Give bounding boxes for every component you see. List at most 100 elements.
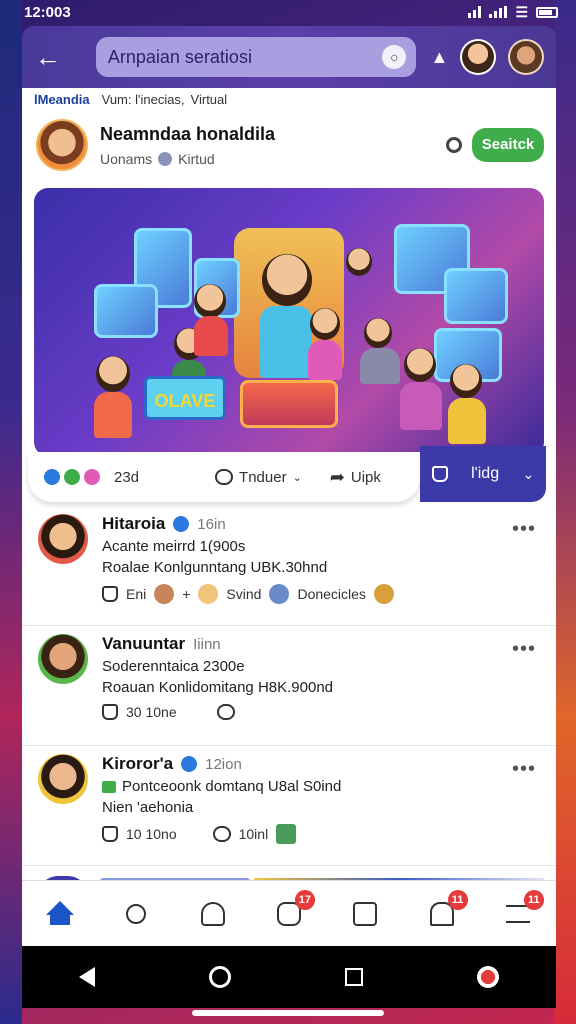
post-subtitle: Uonams Kirtud <box>100 151 446 167</box>
background-left-edge <box>0 0 22 1024</box>
hero-kid-body <box>260 306 312 378</box>
nav-back-icon[interactable] <box>79 967 95 987</box>
notification-badge: 17 <box>294 889 315 910</box>
comment-action-label[interactable]: Donecicles <box>297 586 365 602</box>
search-clear-icon[interactable]: ○ <box>382 45 407 69</box>
status-bar: 12:003 ☰ <box>0 0 576 24</box>
more-options-icon[interactable]: ••• <box>512 638 536 661</box>
comment-action-label[interactable]: 10 10no <box>126 826 177 842</box>
more-options-icon[interactable]: ••• <box>512 758 536 781</box>
notification-badge: 11 <box>447 889 468 910</box>
thumbs-up-icon[interactable] <box>102 704 118 720</box>
tab-profile[interactable] <box>197 898 229 930</box>
search-input[interactable]: Arnpaian seratiosi ○ <box>95 37 417 77</box>
tab-home[interactable] <box>44 898 76 930</box>
reaction-love-icon <box>62 467 82 487</box>
upload-icon[interactable]: ▲ <box>428 47 450 68</box>
settings-icon[interactable] <box>446 137 462 153</box>
chevron-down-icon: ⌄ <box>292 471 302 484</box>
comment-time: 12ion <box>205 755 242 773</box>
thumbs-up-icon <box>431 466 448 482</box>
comment-avatar[interactable] <box>38 634 88 684</box>
crumb-item[interactable]: Virtual <box>191 92 228 107</box>
thumbs-up-icon[interactable] <box>102 826 118 842</box>
comment-avatar[interactable] <box>38 514 88 564</box>
comment-author[interactable]: Hitaroia <box>102 514 165 534</box>
tab-games[interactable] <box>349 898 381 930</box>
comment-action[interactable]: Tnduer ⌄ <box>215 469 302 486</box>
nav-recents-icon[interactable] <box>345 968 363 986</box>
comment-text: Roalae Konlgunntang UBK.30hnd <box>102 559 328 576</box>
comment-body: Kiroror'a 12ion Pontceoonk domtanq U8al … <box>102 754 544 865</box>
follow-button[interactable]: Seaitck <box>472 128 544 162</box>
comment-author[interactable]: Vanuuntar <box>102 634 185 654</box>
comment-action-label[interactable]: Svind <box>226 586 261 602</box>
green-tag-icon <box>102 780 116 793</box>
tab-camera[interactable]: 17 <box>273 889 315 930</box>
hero-kid <box>262 254 312 306</box>
share-arrow-icon: ➦ <box>329 466 345 487</box>
hero-console <box>240 380 338 428</box>
comment-action-label[interactable]: Eni <box>126 586 146 602</box>
verified-icon <box>181 756 198 772</box>
comment-actions: 30 10ne <box>102 704 544 720</box>
sticker-icon <box>276 824 297 844</box>
crumb-item[interactable]: Vum: l'inecias, <box>102 92 185 107</box>
reaction-bar: 23d Tnduer ⌄ ➦ Uipk l'idg ⌄ <box>22 446 556 506</box>
tab-notifications[interactable]: 11 <box>426 889 468 930</box>
post-hero-image[interactable]: OLAVE <box>34 188 544 456</box>
tab-search[interactable] <box>120 898 152 930</box>
comment-actions: Eni + Svind Donecicles <box>102 584 544 604</box>
system-nav-bar <box>22 946 556 1008</box>
home-indicator[interactable] <box>192 1010 384 1016</box>
comment-item: Kiroror'a 12ion Pontceoonk domtanq U8al … <box>22 746 556 866</box>
hero-screen <box>444 268 508 324</box>
chevron-down-icon[interactable]: ⌄ <box>523 466 535 483</box>
reply-icon[interactable] <box>212 826 231 842</box>
comment-name-row: Vanuuntar Iiinn <box>102 634 544 654</box>
signal-icon <box>468 6 482 18</box>
profile-avatar[interactable] <box>508 39 544 75</box>
status-time: 12:003 <box>24 3 71 21</box>
comment-avatar[interactable] <box>38 754 88 804</box>
like-action[interactable]: l'idg ⌄ <box>420 446 546 502</box>
comment-icon <box>215 469 234 485</box>
thumbs-up-icon[interactable] <box>102 586 118 602</box>
comment-action-label: Tnduer <box>239 468 287 486</box>
post-author-name[interactable]: Neamndaa honaldila <box>100 124 446 145</box>
hero-kid <box>404 348 436 382</box>
hero-kid-body <box>360 348 400 384</box>
globe-icon <box>158 151 173 166</box>
reply-icon[interactable] <box>216 704 235 720</box>
nav-assistant-icon[interactable] <box>477 966 499 988</box>
cell-icon <box>489 6 508 18</box>
comment-text: Soderenntaica 2300e <box>102 658 245 675</box>
back-arrow-icon[interactable]: ← <box>34 43 62 71</box>
more-options-icon[interactable]: ••• <box>512 518 536 541</box>
post-sub-label: Kirtud <box>178 150 215 167</box>
reaction-face-icon <box>154 584 175 604</box>
search-text: Arnpaian seratiosi <box>107 46 252 67</box>
tab-menu[interactable]: 11 <box>502 889 544 930</box>
comment-item: Vanuuntar Iiinn Soderenntaica 2300e Roau… <box>22 626 556 746</box>
hero-screen <box>94 284 158 338</box>
reaction-count[interactable]: 23d <box>114 469 139 486</box>
comment-action-label[interactable]: 10inl <box>239 826 269 842</box>
comment-author[interactable]: Kiroror'a <box>102 754 173 774</box>
dice-icon <box>353 901 378 926</box>
nav-home-icon[interactable] <box>209 966 231 988</box>
avatar[interactable] <box>460 39 497 75</box>
badge-icon <box>373 584 394 604</box>
comment-action-label[interactable]: 30 10ne <box>126 704 177 720</box>
post-meta: Neamndaa honaldila Uonams Kirtud <box>100 124 446 167</box>
hero-kid <box>364 318 392 348</box>
crumb-active[interactable]: lMeandia <box>34 92 90 107</box>
hero-kid <box>450 364 482 398</box>
post-author-avatar[interactable] <box>36 119 88 171</box>
reaction-summary: 23d Tnduer ⌄ ➦ Uipk <box>28 452 420 502</box>
battery-icon <box>536 6 558 18</box>
person-icon <box>200 901 225 926</box>
comment-text: Pontceoonk domtanq U8al S0ind <box>102 778 544 795</box>
share-action[interactable]: ➦ Uipk <box>330 467 381 488</box>
hero-kid <box>310 308 340 340</box>
